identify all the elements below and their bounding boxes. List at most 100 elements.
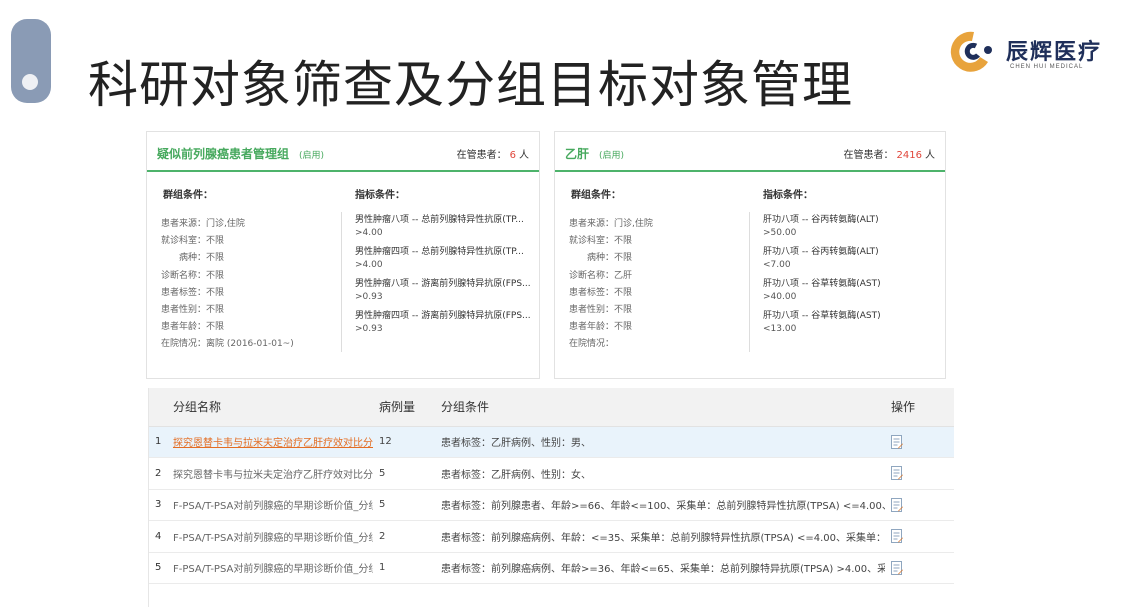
indicator-name: 肝功八项 -- 谷丙转氨酶(ALT) (763, 247, 879, 257)
header-group-name[interactable]: 分组名称 (167, 388, 373, 427)
indicator-value: >4.00 (355, 228, 383, 238)
count-number: 2416 (896, 150, 922, 161)
slide-title: 科研对象筛查及分组目标对象管理 (88, 56, 853, 114)
group-status: (启用) (299, 151, 325, 161)
header-group-condition[interactable]: 分组条件 (435, 388, 885, 427)
table-row[interactable]: 2 探究恩替卡韦与拉米夫定治疗乙肝疗效对比分析_分组 5 患者标签：乙肝病例、性… (149, 457, 954, 490)
criteria-item: 就诊科室：不限 (569, 236, 633, 247)
case-count: 12 (373, 426, 435, 458)
criteria-item: 诊断名称：不限 (161, 270, 225, 281)
criteria-item: 患者来源：门诊,住院 (161, 219, 245, 229)
criteria-item: 患者性别：不限 (569, 305, 633, 316)
group-condition: 患者标签：前列腺癌病例、年龄：<=35、采集单：总前列腺特异性抗原(TPSA) … (435, 520, 885, 553)
count-unit: 人 (519, 150, 529, 161)
indicator-value: >50.00 (763, 228, 797, 238)
table-row[interactable]: 3 F-PSA/T-PSA对前列腺癌的早期诊断价值_分组3 5 患者标签：前列腺… (149, 489, 954, 521)
indicator-item: 肝功八项 -- 谷草转氨酶(AST) >40.00 (763, 278, 881, 304)
criteria-item: 在院情况： (569, 339, 615, 350)
group-condition: 患者标签：乙肝病例、性别：女、 (435, 457, 885, 490)
table-header-row: 分组名称 病例量 分组条件 操作 (149, 388, 954, 427)
table-row[interactable]: 5 F-PSA/T-PSA对前列腺癌的早期诊断价值_分组2 1 患者标签：前列腺… (149, 552, 954, 584)
case-count: 5 (373, 457, 435, 490)
title-decoration-bar (11, 19, 51, 103)
group-condition: 患者标签：前列腺患者、年龄>=66、年龄<=100、采集单：总前列腺特异性抗原(… (435, 489, 885, 521)
criteria-list: 患者来源：门诊,住院 就诊科室：不限 病种：不限 诊断名称：不限 患者标签：不限… (161, 216, 294, 354)
row-index: 3 (149, 489, 167, 521)
group-name-link[interactable]: 探究恩替卡韦与拉米夫定治疗乙肝疗效对比分析_分组 (167, 426, 373, 458)
criteria-item: 就诊科室：不限 (161, 236, 225, 247)
indicator-name: 肝功八项 -- 谷丙转氨酶(ALT) (763, 215, 879, 225)
criteria-item: 病种：不限 (179, 253, 225, 264)
group-title[interactable]: 乙肝 (启用) (565, 145, 624, 162)
indicator-value: >40.00 (763, 292, 797, 302)
criteria-item: 患者标签：不限 (161, 287, 225, 298)
indicator-value: <7.00 (763, 260, 791, 270)
group-name-link[interactable]: F-PSA/T-PSA对前列腺癌的早期诊断价值_分组3 (167, 489, 373, 521)
indicator-name: 男性肿瘤四项 -- 游离前列腺特异抗原(FPS... (355, 311, 531, 321)
group-card-prostate[interactable]: 疑似前列腺癌患者管理组 (启用) 在管患者： 6 人 群组条件： 指标条件： 患者来源… (146, 131, 540, 379)
count-unit: 人 (925, 150, 935, 161)
header-index (149, 388, 167, 427)
row-index: 4 (149, 520, 167, 553)
indicator-item: 肝功八项 -- 谷丙转氨酶(ALT) <7.00 (763, 246, 881, 272)
company-logo: 辰辉医疗 CHEN HUI MEDICAL (944, 24, 1114, 76)
row-action (885, 520, 954, 553)
indicator-list: 男性肿瘤八项 -- 总前列腺特异性抗原(TP... >4.00 男性肿瘤四项 --… (355, 214, 531, 342)
criteria-item: 患者标签：不限 (569, 287, 633, 298)
group-name-link[interactable]: F-PSA/T-PSA对前列腺癌的早期诊断价值_分组2 (167, 552, 373, 584)
indicator-item: 男性肿瘤四项 -- 游离前列腺特异抗原(FPS... >0.93 (355, 310, 531, 336)
criteria-item: 在院情况：离院 (2016-01-01~) (161, 339, 294, 350)
case-count: 5 (373, 489, 435, 521)
edit-document-icon[interactable] (891, 434, 903, 449)
count-label: 在管患者： (456, 150, 507, 161)
criteria-item: 患者来源：门诊,住院 (569, 219, 653, 229)
group-condition: 患者标签：乙肝病例、性别：男、 (435, 426, 885, 458)
edit-document-icon[interactable] (891, 497, 903, 512)
group-table: 分组名称 病例量 分组条件 操作 1 探究恩替卡韦与拉米夫定治疗乙肝疗效对比分析… (148, 388, 954, 584)
logo-english-name: CHEN HUI MEDICAL (1010, 64, 1084, 70)
row-action (885, 457, 954, 490)
indicator-item: 男性肿瘤八项 -- 游离前列腺特异抗原(FPS... >0.93 (355, 278, 531, 304)
managed-patient-count: 在管患者： 6 人 (457, 146, 529, 161)
criteria-item: 患者年龄：不限 (161, 322, 225, 333)
group-title[interactable]: 疑似前列腺癌患者管理组 (启用) (157, 145, 324, 162)
card-divider (341, 212, 342, 352)
criteria-item: 病种：不限 (587, 253, 633, 264)
group-card-hepatitis-b[interactable]: 乙肝 (启用) 在管患者： 2416 人 群组条件： 指标条件： 患者来源：门诊,住院… (554, 131, 946, 379)
group-title-text: 乙肝 (565, 147, 590, 161)
group-name-link[interactable]: F-PSA/T-PSA对前列腺癌的早期诊断价值_分组1 (167, 520, 373, 553)
indicator-name: 肝功八项 -- 谷草转氨酶(AST) (763, 279, 881, 289)
edit-document-icon[interactable] (891, 529, 903, 544)
indicator-name: 肝功八项 -- 谷草转氨酶(AST) (763, 311, 881, 321)
indicator-list: 肝功八项 -- 谷丙转氨酶(ALT) >50.00 肝功八项 -- 谷丙转氨酶(A… (763, 214, 881, 342)
row-action (885, 489, 954, 521)
group-card-header: 疑似前列腺癌患者管理组 (启用) 在管患者： 6 人 (147, 132, 539, 172)
indicator-item: 男性肿瘤四项 -- 总前列腺特异性抗原(TP... >4.00 (355, 246, 531, 272)
group-name-link[interactable]: 探究恩替卡韦与拉米夫定治疗乙肝疗效对比分析_分组 (167, 457, 373, 490)
edit-document-icon[interactable] (891, 560, 903, 575)
row-index: 2 (149, 457, 167, 490)
logo-chinese-name: 辰辉医疗 (1006, 39, 1103, 65)
criteria-item: 诊断名称：乙肝 (569, 270, 633, 281)
indicator-value: <13.00 (763, 324, 797, 334)
row-action (885, 426, 954, 458)
indicator-label: 指标条件： (763, 190, 813, 201)
header-case-count[interactable]: 病例量 (373, 388, 435, 427)
indicator-item: 肝功八项 -- 谷草转氨酶(AST) <13.00 (763, 310, 881, 336)
criteria-label: 群组条件： (163, 190, 213, 201)
indicator-value: >0.93 (355, 292, 383, 302)
group-card-header: 乙肝 (启用) 在管患者： 2416 人 (555, 132, 945, 172)
edit-document-icon[interactable] (891, 466, 903, 481)
group-condition: 患者标签：前列腺癌病例、年龄>=36、年龄<=65、采集单：总前列腺特异抗原(T… (435, 552, 885, 584)
group-status: (启用) (599, 151, 625, 161)
criteria-item: 患者性别：不限 (161, 305, 225, 316)
indicator-value: >0.93 (355, 324, 383, 334)
table-row[interactable]: 4 F-PSA/T-PSA对前列腺癌的早期诊断价值_分组1 2 患者标签：前列腺… (149, 520, 954, 553)
table-row[interactable]: 1 探究恩替卡韦与拉米夫定治疗乙肝疗效对比分析_分组 12 患者标签：乙肝病例、… (149, 426, 954, 458)
indicator-item: 男性肿瘤八项 -- 总前列腺特异性抗原(TP... >4.00 (355, 214, 531, 240)
indicator-name: 男性肿瘤八项 -- 游离前列腺特异抗原(FPS... (355, 279, 531, 289)
indicator-value: >4.00 (355, 260, 383, 270)
indicator-item: 肝功八项 -- 谷丙转氨酶(ALT) >50.00 (763, 214, 881, 240)
indicator-name: 男性肿瘤四项 -- 总前列腺特异性抗原(TP... (355, 247, 524, 257)
row-index: 5 (149, 552, 167, 584)
